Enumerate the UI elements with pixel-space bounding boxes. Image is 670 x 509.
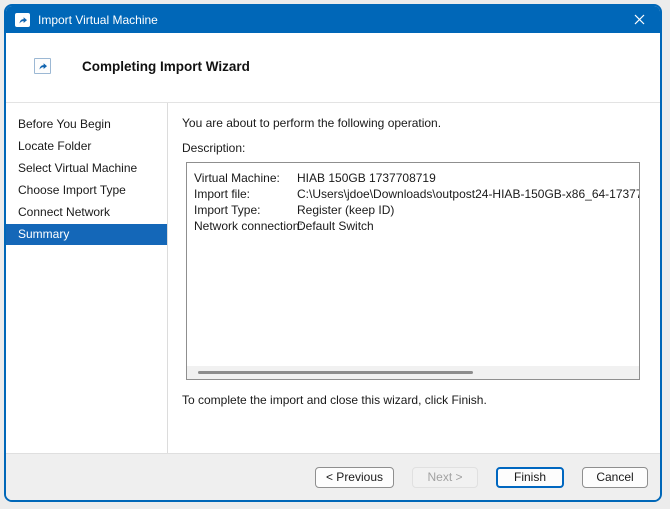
- window-title: Import Virtual Machine: [38, 13, 618, 27]
- import-vm-wizard-window: Import Virtual Machine Completing Import…: [4, 4, 662, 502]
- wizard-page-icon: [34, 58, 51, 74]
- import-arrow-icon: [38, 61, 48, 71]
- description-label: Description:: [182, 141, 650, 155]
- sidebar-item-connect-network: Connect Network: [6, 202, 167, 223]
- row-label: Import Type:: [194, 202, 297, 218]
- row-value: Register (keep ID): [297, 202, 394, 218]
- previous-button[interactable]: < Previous: [315, 467, 394, 488]
- page-title: Completing Import Wizard: [82, 59, 250, 74]
- close-icon: [634, 14, 645, 25]
- wizard-header: Completing Import Wizard: [6, 33, 660, 103]
- cancel-button[interactable]: Cancel: [582, 467, 648, 488]
- description-box[interactable]: Virtual Machine: HIAB 150GB 1737708719 I…: [186, 162, 640, 380]
- close-button[interactable]: [618, 6, 660, 33]
- operation-intro-text: You are about to perform the following o…: [182, 116, 650, 130]
- finish-instruction-text: To complete the import and close this wi…: [182, 393, 650, 407]
- sidebar-item-select-virtual-machine: Select Virtual Machine: [6, 158, 167, 179]
- summary-row-import-file: Import file: C:\Users\jdoe\Downloads\out…: [194, 186, 639, 202]
- row-label: Import file:: [194, 186, 297, 202]
- title-bar: Import Virtual Machine: [6, 6, 660, 33]
- summary-row-virtual-machine: Virtual Machine: HIAB 150GB 1737708719: [194, 170, 639, 186]
- sidebar-item-before-you-begin: Before You Begin: [6, 114, 167, 135]
- next-button[interactable]: Next >: [412, 467, 478, 488]
- sidebar-item-locate-folder: Locate Folder: [6, 136, 167, 157]
- summary-page-content: You are about to perform the following o…: [168, 103, 660, 453]
- row-label: Network connection:: [194, 218, 297, 234]
- wizard-steps-sidebar: Before You Begin Locate Folder Select Vi…: [6, 103, 167, 453]
- row-value: Default Switch: [297, 218, 374, 234]
- import-vm-app-icon: [15, 13, 30, 27]
- row-value: HIAB 150GB 1737708719: [297, 170, 436, 186]
- row-label: Virtual Machine:: [194, 170, 297, 186]
- scrollbar-thumb[interactable]: [198, 371, 473, 374]
- wizard-body: Before You Begin Locate Folder Select Vi…: [6, 103, 660, 453]
- sidebar-item-summary: Summary: [6, 224, 167, 245]
- button-bar: < Previous Next > Finish Cancel: [6, 453, 660, 500]
- import-arrow-icon: [18, 15, 28, 25]
- summary-row-import-type: Import Type: Register (keep ID): [194, 202, 639, 218]
- row-value: C:\Users\jdoe\Downloads\outpost24-HIAB-1…: [297, 186, 640, 202]
- sidebar-item-choose-import-type: Choose Import Type: [6, 180, 167, 201]
- finish-button[interactable]: Finish: [496, 467, 564, 488]
- summary-row-network-connection: Network connection: Default Switch: [194, 218, 639, 234]
- description-rows: Virtual Machine: HIAB 150GB 1737708719 I…: [187, 163, 639, 234]
- horizontal-scrollbar[interactable]: [187, 366, 639, 379]
